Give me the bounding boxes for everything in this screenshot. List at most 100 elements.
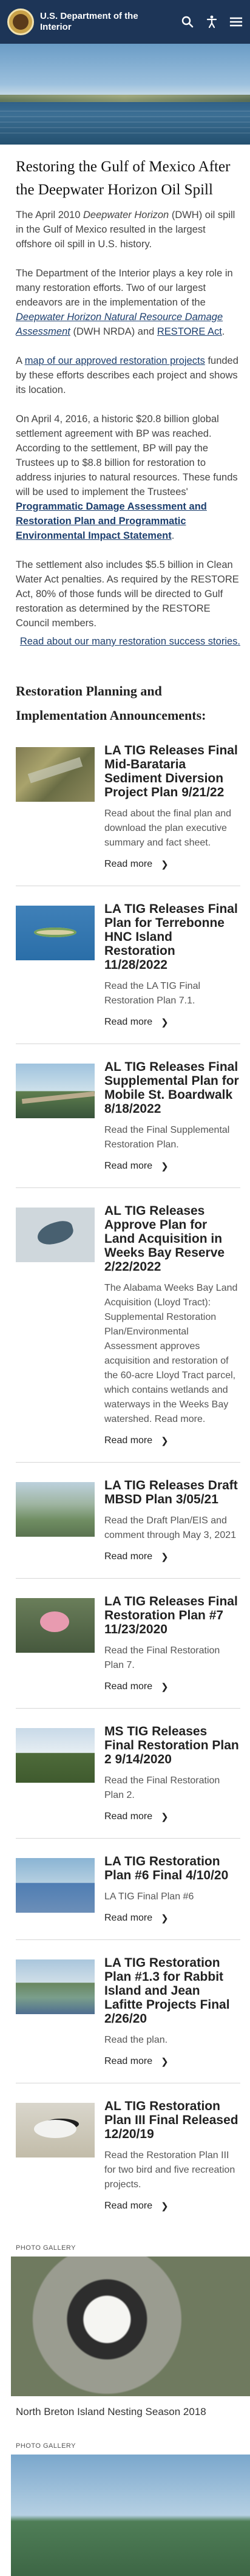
- announcement-description: LA TIG Final Plan #6: [104, 1891, 194, 1902]
- announcement-thumbnail[interactable]: [16, 1959, 95, 2014]
- text-emphasis: Deepwater Horizon: [83, 210, 169, 220]
- announcement-thumbnail[interactable]: [16, 1064, 95, 1118]
- announcement-description: Read the Final Restoration Plan 7.: [104, 1645, 220, 1670]
- main-content: Restoring the Gulf of Mexico After the D…: [0, 145, 250, 2227]
- announcement-card: LA TIG Restoration Plan #1.3 for Rabbit …: [16, 1956, 240, 2083]
- announcement-thumbnail[interactable]: [16, 1598, 95, 1653]
- announcements-heading: Restoration Planning and Implementation …: [16, 683, 206, 723]
- read-more-link[interactable]: Read more ❯: [104, 1551, 240, 1562]
- announcement-card: LA TIG Releases Final Restoration Plan #…: [16, 1594, 240, 1709]
- announcement-title[interactable]: LA TIG Releases Final Mid-Barataria Sedi…: [104, 743, 240, 799]
- chevron-right-icon: ❯: [161, 1161, 169, 1172]
- read-more-link[interactable]: Read more ❯: [104, 1811, 240, 1822]
- hero-water: [0, 111, 250, 135]
- read-more-link[interactable]: Read more ❯: [104, 2201, 240, 2212]
- read-more-link[interactable]: Read more ❯: [104, 1017, 240, 1028]
- announcement-title[interactable]: AL TIG Releases Final Supplemental Plan …: [104, 1060, 240, 1116]
- restore-act-link[interactable]: RESTORE Act: [157, 326, 222, 337]
- announcement-body: LA TIG Releases Final Restoration Plan #…: [104, 1594, 240, 1692]
- accessibility-icon[interactable]: [205, 15, 218, 29]
- penalties-paragraph: The settlement also includes $5.5 billio…: [16, 559, 239, 629]
- announcement-description: Read the LA TIG Final Restoration Plan 7…: [104, 981, 201, 1006]
- read-more-label: Read more: [104, 1435, 153, 1446]
- chevron-right-icon: ❯: [161, 1436, 169, 1446]
- site-header: U.S. Department of the Interior: [0, 0, 250, 44]
- announcement-description: Read the Final Supplemental Restoration …: [104, 1125, 230, 1150]
- announcement-description: Read the Restoration Plan III for two bi…: [104, 2150, 235, 2190]
- chevron-right-icon: ❯: [161, 1682, 169, 1692]
- announcement-body: AL TIG Restoration Plan III Final Releas…: [104, 2099, 240, 2212]
- read-more-label: Read more: [104, 1551, 153, 1562]
- announcement-title[interactable]: LA TIG Releases Draft MBSD Plan 3/05/21: [104, 1478, 240, 1506]
- announcement-description: Read the Draft Plan/EIS and comment thro…: [104, 1515, 237, 1540]
- doi-role-paragraph: The Department of the Interior plays a k…: [16, 266, 240, 339]
- bison-seal-icon: [13, 14, 29, 30]
- announcement-title[interactable]: LA TIG Restoration Plan #6 Final 4/10/20: [104, 1854, 240, 1882]
- announcement-description: Read the Final Restoration Plan 2.: [104, 1775, 220, 1800]
- chevron-right-icon: ❯: [161, 1552, 169, 1562]
- text-fragment: The Department of the Interior plays a k…: [16, 268, 233, 308]
- announcement-title[interactable]: MS TIG Releases Final Restoration Plan 2…: [104, 1724, 240, 1766]
- read-more-link[interactable]: Read more ❯: [104, 2056, 240, 2067]
- announcement-body: LA TIG Releases Final Mid-Barataria Sedi…: [104, 743, 240, 870]
- chevron-right-icon: ❯: [161, 859, 169, 870]
- announcement-title[interactable]: LA TIG Restoration Plan #1.3 for Rabbit …: [104, 1956, 240, 2026]
- announcement-title[interactable]: LA TIG Releases Final Restoration Plan #…: [104, 1594, 240, 1636]
- announcement-body: LA TIG Releases Draft MBSD Plan 3/05/21 R…: [104, 1478, 240, 1562]
- announcement-body: LA TIG Releases Final Plan for Terrebonn…: [104, 902, 240, 1028]
- announcement-description: Read the plan.: [104, 2035, 168, 2045]
- announcement-title[interactable]: AL TIG Releases Approve Plan for Land Ac…: [104, 1204, 240, 1274]
- announcement-card: AL TIG Releases Approve Plan for Land Ac…: [16, 1204, 240, 1463]
- menu-icon[interactable]: [229, 15, 243, 29]
- announcement-card: AL TIG Restoration Plan III Final Releas…: [16, 2099, 240, 2227]
- text-fragment: (DWH NRDA) and: [70, 326, 157, 337]
- announcement-title[interactable]: AL TIG Restoration Plan III Final Releas…: [104, 2099, 240, 2141]
- read-more-label: Read more: [104, 1811, 153, 1822]
- programmatic-plan-link[interactable]: Programmatic Damage Assessment and Resto…: [16, 501, 207, 541]
- announcement-body: MS TIG Releases Final Restoration Plan 2…: [104, 1724, 240, 1822]
- read-more-label: Read more: [104, 859, 153, 869]
- announcement-thumbnail[interactable]: [16, 1858, 95, 1913]
- text-fragment: A: [16, 355, 25, 366]
- announcement-thumbnail[interactable]: [16, 747, 95, 802]
- photo-gallery-label: PHOTO GALLERY: [16, 2244, 76, 2252]
- announcement-card: MS TIG Releases Final Restoration Plan 2…: [16, 1724, 240, 1839]
- text-fragment: The April 2010: [16, 210, 83, 220]
- read-more-link[interactable]: Read more ❯: [104, 1161, 240, 1172]
- intro-paragraph: The April 2010 Deepwater Horizon (DWH) o…: [16, 208, 240, 251]
- announcement-thumbnail[interactable]: [16, 1728, 95, 1783]
- gallery-caption[interactable]: North Breton Island Nesting Season 2018: [16, 2405, 243, 2419]
- announcement-body: LA TIG Restoration Plan #1.3 for Rabbit …: [104, 1956, 240, 2067]
- announcement-body: LA TIG Restoration Plan #6 Final 4/10/20…: [104, 1854, 240, 1924]
- search-icon[interactable]: [181, 15, 194, 29]
- chevron-right-icon: ❯: [161, 2057, 169, 2067]
- announcement-thumbnail[interactable]: [16, 1482, 95, 1537]
- announcement-title[interactable]: LA TIG Releases Final Plan for Terrebonn…: [104, 902, 240, 972]
- text-fragment: .: [171, 530, 175, 541]
- read-more-link[interactable]: Read more ❯: [104, 1913, 240, 1924]
- chevron-right-icon: ❯: [161, 1017, 169, 1028]
- announcement-thumbnail[interactable]: [16, 1208, 95, 1262]
- text-fragment: .: [221, 326, 225, 337]
- announcement-card: LA TIG Restoration Plan #6 Final 4/10/20…: [16, 1854, 240, 1940]
- announcement-thumbnail[interactable]: [16, 2103, 95, 2157]
- photo-gallery-label: PHOTO GALLERY: [16, 2442, 76, 2450]
- projects-map-link[interactable]: map of our approved restoration projects: [25, 355, 205, 366]
- text-fragment: On April 4, 2016, a historic $20.8 billi…: [16, 414, 238, 497]
- gallery-photo[interactable]: [11, 2455, 250, 2576]
- doi-seal-logo[interactable]: [7, 9, 34, 35]
- read-more-link[interactable]: Read more ❯: [104, 1681, 240, 1692]
- read-more-label: Read more: [104, 2056, 153, 2066]
- link-text: Programmatic Damage Assessment and Resto…: [16, 501, 207, 541]
- site-title[interactable]: U.S. Department of the Interior: [40, 11, 143, 33]
- read-more-link[interactable]: Read more ❯: [104, 859, 240, 870]
- success-stories-link[interactable]: Read about our many restoration success …: [16, 634, 240, 649]
- read-more-label: Read more: [104, 2201, 153, 2211]
- read-more-link[interactable]: Read more ❯: [104, 1435, 240, 1446]
- gallery-photo[interactable]: [11, 2257, 250, 2396]
- chevron-right-icon: ❯: [161, 1913, 169, 1924]
- chevron-right-icon: ❯: [161, 2201, 169, 2212]
- read-more-label: Read more: [104, 1017, 153, 1027]
- page-title: Restoring the Gulf of Mexico After the D…: [16, 159, 231, 198]
- announcement-thumbnail[interactable]: [16, 906, 95, 960]
